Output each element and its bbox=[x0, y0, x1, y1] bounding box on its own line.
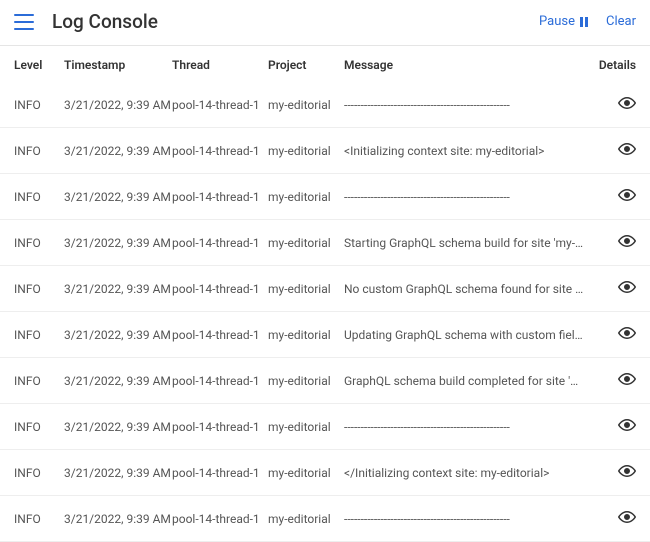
cell-project: my-editorial bbox=[268, 420, 344, 434]
table-header-row: Level Timestamp Thread Project Message D… bbox=[0, 46, 650, 82]
cell-message: Updating GraphQL schema with custom fiel… bbox=[344, 328, 592, 342]
cell-thread: pool-14-thread-1 bbox=[172, 512, 268, 526]
cell-level: INFO bbox=[14, 144, 64, 158]
cell-level: INFO bbox=[14, 328, 64, 342]
cell-message: No custom GraphQL schema found for site … bbox=[344, 282, 592, 296]
cell-message: ----------------------------------------… bbox=[344, 98, 592, 112]
eye-icon[interactable] bbox=[618, 140, 636, 158]
table-row: INFO3/21/2022, 9:39 AMpool-14-thread-1my… bbox=[0, 358, 650, 404]
cell-project: my-editorial bbox=[268, 282, 344, 296]
cell-project: my-editorial bbox=[268, 144, 344, 158]
cell-thread: pool-14-thread-1 bbox=[172, 466, 268, 480]
cell-timestamp: 3/21/2022, 9:39 AM bbox=[64, 190, 172, 204]
eye-icon[interactable] bbox=[618, 186, 636, 204]
table-row: INFO3/21/2022, 9:39 AMpool-14-thread-1my… bbox=[0, 174, 650, 220]
log-rows: INFO3/21/2022, 9:39 AMpool-14-thread-1my… bbox=[0, 82, 650, 542]
cell-level: INFO bbox=[14, 236, 64, 250]
cell-thread: pool-14-thread-1 bbox=[172, 374, 268, 388]
col-header-project: Project bbox=[268, 58, 344, 72]
cell-message: ----------------------------------------… bbox=[344, 190, 592, 204]
eye-icon[interactable] bbox=[618, 232, 636, 250]
cell-details bbox=[592, 508, 636, 529]
cell-timestamp: 3/21/2022, 9:39 AM bbox=[64, 374, 172, 388]
cell-thread: pool-14-thread-1 bbox=[172, 144, 268, 158]
col-header-message: Message bbox=[344, 58, 592, 72]
table-row: INFO3/21/2022, 9:39 AMpool-14-thread-1my… bbox=[0, 496, 650, 542]
cell-timestamp: 3/21/2022, 9:39 AM bbox=[64, 236, 172, 250]
cell-timestamp: 3/21/2022, 9:39 AM bbox=[64, 420, 172, 434]
cell-message: <Initializing context site: my-editorial… bbox=[344, 144, 592, 158]
cell-level: INFO bbox=[14, 190, 64, 204]
cell-message: ----------------------------------------… bbox=[344, 512, 592, 526]
cell-thread: pool-14-thread-1 bbox=[172, 190, 268, 204]
cell-thread: pool-14-thread-1 bbox=[172, 420, 268, 434]
eye-icon[interactable] bbox=[618, 324, 636, 342]
cell-thread: pool-14-thread-1 bbox=[172, 282, 268, 296]
eye-icon[interactable] bbox=[618, 278, 636, 296]
cell-message: Starting GraphQL schema build for site '… bbox=[344, 236, 592, 250]
eye-icon[interactable] bbox=[618, 416, 636, 434]
table-row: INFO3/21/2022, 9:39 AMpool-14-thread-1my… bbox=[0, 82, 650, 128]
cell-project: my-editorial bbox=[268, 512, 344, 526]
header-actions: Pause Clear bbox=[539, 14, 636, 29]
cell-thread: pool-14-thread-1 bbox=[172, 98, 268, 112]
cell-level: INFO bbox=[14, 512, 64, 526]
cell-thread: pool-14-thread-1 bbox=[172, 328, 268, 342]
cell-project: my-editorial bbox=[268, 374, 344, 388]
cell-timestamp: 3/21/2022, 9:39 AM bbox=[64, 328, 172, 342]
table-row: INFO3/21/2022, 9:39 AMpool-14-thread-1my… bbox=[0, 266, 650, 312]
table-row: INFO3/21/2022, 9:39 AMpool-14-thread-1my… bbox=[0, 220, 650, 266]
cell-details bbox=[592, 94, 636, 115]
cell-details bbox=[592, 186, 636, 207]
cell-details bbox=[592, 232, 636, 253]
cell-details bbox=[592, 278, 636, 299]
cell-level: INFO bbox=[14, 98, 64, 112]
eye-icon[interactable] bbox=[618, 462, 636, 480]
cell-project: my-editorial bbox=[268, 190, 344, 204]
cell-timestamp: 3/21/2022, 9:39 AM bbox=[64, 466, 172, 480]
cell-details bbox=[592, 370, 636, 391]
col-header-details: Details bbox=[592, 58, 636, 72]
cell-project: my-editorial bbox=[268, 98, 344, 112]
cell-timestamp: 3/21/2022, 9:39 AM bbox=[64, 512, 172, 526]
eye-icon[interactable] bbox=[618, 370, 636, 388]
cell-details bbox=[592, 140, 636, 161]
cell-thread: pool-14-thread-1 bbox=[172, 236, 268, 250]
col-header-thread: Thread bbox=[172, 58, 268, 72]
table-row: INFO3/21/2022, 9:39 AMpool-14-thread-1my… bbox=[0, 312, 650, 358]
cell-level: INFO bbox=[14, 282, 64, 296]
eye-icon[interactable] bbox=[618, 94, 636, 112]
col-header-timestamp: Timestamp bbox=[64, 58, 172, 72]
cell-timestamp: 3/21/2022, 9:39 AM bbox=[64, 144, 172, 158]
cell-timestamp: 3/21/2022, 9:39 AM bbox=[64, 98, 172, 112]
pause-label: Pause bbox=[539, 14, 575, 29]
cell-details bbox=[592, 416, 636, 437]
col-header-level: Level bbox=[14, 58, 64, 72]
cell-message: GraphQL schema build completed for site … bbox=[344, 374, 592, 388]
cell-timestamp: 3/21/2022, 9:39 AM bbox=[64, 282, 172, 296]
clear-label: Clear bbox=[606, 14, 636, 29]
table-row: INFO3/21/2022, 9:39 AMpool-14-thread-1my… bbox=[0, 404, 650, 450]
cell-details bbox=[592, 462, 636, 483]
page-title: Log Console bbox=[52, 10, 539, 33]
clear-button[interactable]: Clear bbox=[606, 14, 636, 29]
cell-project: my-editorial bbox=[268, 236, 344, 250]
pause-icon bbox=[580, 17, 588, 27]
pause-button[interactable]: Pause bbox=[539, 14, 588, 29]
cell-level: INFO bbox=[14, 374, 64, 388]
cell-level: INFO bbox=[14, 466, 64, 480]
app-header: Log Console Pause Clear bbox=[0, 0, 650, 46]
cell-project: my-editorial bbox=[268, 466, 344, 480]
menu-icon[interactable] bbox=[14, 14, 34, 30]
cell-message: ----------------------------------------… bbox=[344, 420, 592, 434]
cell-details bbox=[592, 324, 636, 345]
cell-project: my-editorial bbox=[268, 328, 344, 342]
table-row: INFO3/21/2022, 9:39 AMpool-14-thread-1my… bbox=[0, 450, 650, 496]
cell-level: INFO bbox=[14, 420, 64, 434]
table-row: INFO3/21/2022, 9:39 AMpool-14-thread-1my… bbox=[0, 128, 650, 174]
cell-message: </Initializing context site: my-editoria… bbox=[344, 466, 592, 480]
